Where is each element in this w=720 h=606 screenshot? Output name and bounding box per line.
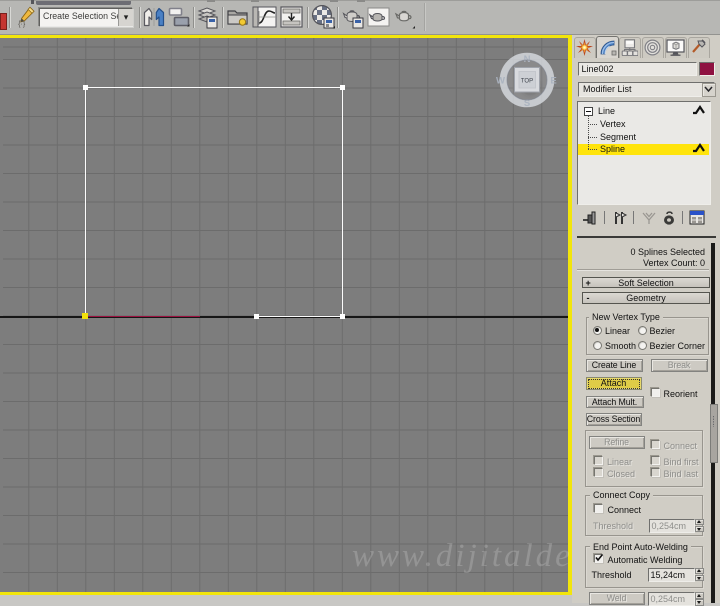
svg-text:W: W <box>496 76 505 87</box>
svg-text:E: E <box>550 76 556 87</box>
svg-text:TOP: TOP <box>521 79 533 85</box>
svg-text:{·}: {·} <box>18 21 26 28</box>
